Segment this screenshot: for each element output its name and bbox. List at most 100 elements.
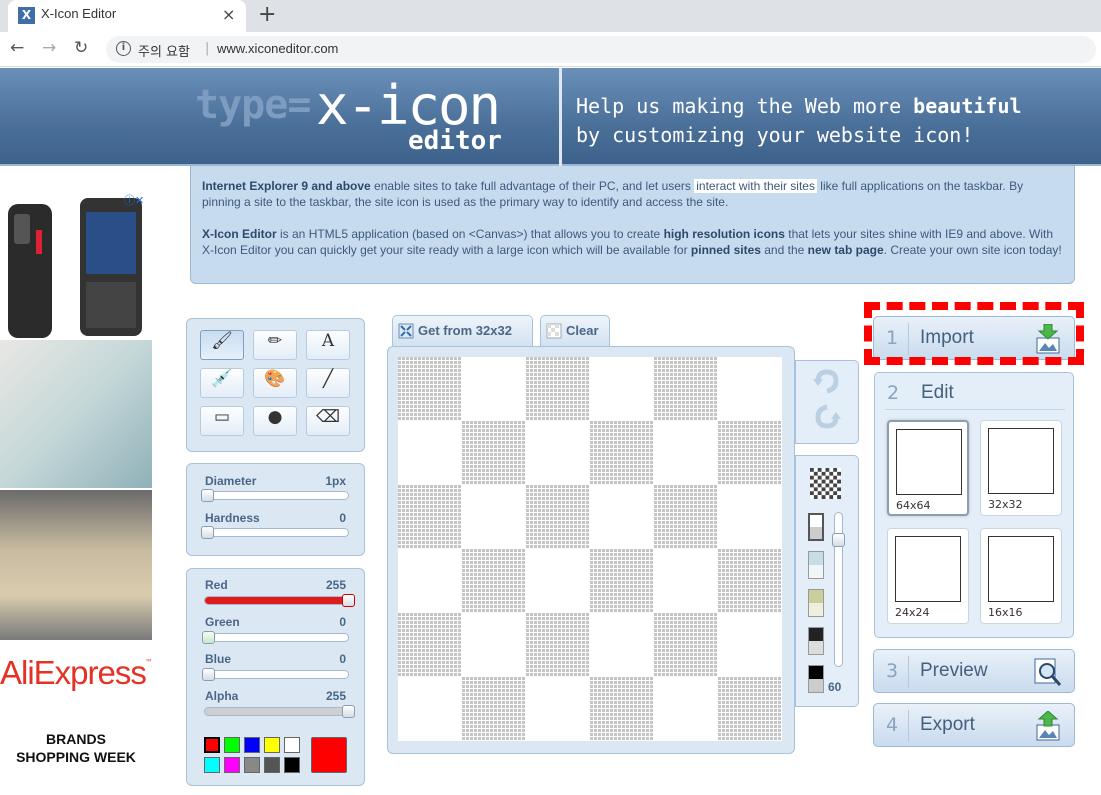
transparent-cell: [810, 495, 814, 499]
intro-link[interactable]: interact with their sites: [694, 179, 817, 193]
color-panel: Red 255 Green 0 Blue 0 Alpha 255: [186, 568, 365, 786]
browser-tab[interactable]: X X-Icon Editor ×: [8, 0, 246, 32]
ad-brands-text[interactable]: BRANDS SHOPPING WEEK: [0, 730, 152, 766]
checker-cell: [398, 485, 462, 549]
checker-cell: [398, 613, 462, 677]
green-label: Green: [205, 615, 240, 629]
intro-text: . Create your own site icon today!: [883, 243, 1062, 257]
transparent-cell: [821, 483, 826, 488]
ellipse-tool-icon: ●: [267, 407, 283, 427]
size-card-32x32[interactable]: 32x32: [980, 420, 1062, 516]
size-label: 64x64: [896, 499, 931, 512]
color-swatch[interactable]: [284, 757, 300, 773]
preview-button[interactable]: 3 Preview: [873, 649, 1075, 693]
step-separator: [908, 710, 909, 742]
bg-white-swatch[interactable]: [808, 513, 824, 541]
intro-text: enable sites to take full advantage of t…: [370, 179, 695, 193]
eyedropper-tool-button[interactable]: 💉: [200, 368, 244, 398]
transparent-cell: [825, 479, 830, 484]
alpha-slider-thumb[interactable]: [342, 705, 355, 718]
text-tool-button[interactable]: A: [306, 330, 350, 360]
export-button[interactable]: 4 Export: [873, 703, 1075, 747]
ad-column[interactable]: ⓘ✕ AliExpress ™ BRANDS SHOPPING WEEK: [0, 188, 153, 795]
size-card-24x24[interactable]: 24x24: [887, 528, 969, 624]
transparent-bg-icon[interactable]: [810, 468, 841, 499]
diameter-slider[interactable]: [201, 489, 349, 502]
alpha-slider[interactable]: [204, 705, 355, 718]
color-swatch[interactable]: [244, 757, 260, 773]
red-slider[interactable]: [204, 594, 355, 607]
transparent-cell: [829, 468, 834, 472]
color-swatch[interactable]: [204, 757, 220, 773]
ad-image-phones[interactable]: ⓘ✕: [0, 190, 152, 340]
brush-tool-button[interactable]: 🖌: [200, 330, 244, 360]
info-icon[interactable]: i: [116, 41, 131, 56]
redo-icon[interactable]: [812, 401, 842, 431]
ellipse-tool-button[interactable]: ●: [253, 406, 297, 436]
zoom-value: 60: [828, 680, 842, 694]
bg-dark-swatch[interactable]: [808, 627, 824, 655]
transparent-cell: [817, 491, 822, 496]
color-swatch[interactable]: [284, 737, 300, 753]
size-card-64x64[interactable]: 64x64: [887, 420, 969, 516]
pencil-tool-button[interactable]: ✏: [253, 330, 297, 360]
diameter-slider-thumb[interactable]: [201, 489, 214, 502]
color-swatch[interactable]: [204, 737, 220, 753]
hardness-slider-thumb[interactable]: [201, 526, 214, 539]
eraser-tool-button[interactable]: ⌫: [306, 406, 350, 436]
get-from-32-button[interactable]: Get from 32x32: [392, 315, 533, 346]
bg-cyan-swatch[interactable]: [808, 551, 824, 579]
transparent-cell: [833, 491, 838, 496]
back-icon[interactable]: ←: [10, 38, 24, 58]
fill-tool-button[interactable]: 🎨: [253, 368, 297, 398]
transparent-cell: [821, 471, 826, 476]
eyedropper-tool-icon: 💉: [211, 369, 233, 389]
tab-close-icon[interactable]: ×: [222, 5, 235, 24]
red-label: Red: [205, 578, 228, 592]
red-slider-thumb[interactable]: [342, 594, 355, 607]
color-swatch[interactable]: [264, 737, 280, 753]
hardness-slider[interactable]: [201, 526, 349, 539]
color-swatch[interactable]: [264, 757, 280, 773]
zoom-slider-thumb[interactable]: [832, 533, 845, 547]
green-slider-thumb[interactable]: [202, 631, 215, 644]
security-label[interactable]: 주의 요함: [138, 41, 190, 60]
color-swatch[interactable]: [244, 737, 260, 753]
reload-icon[interactable]: ↻: [74, 38, 88, 58]
tagline-line1: Help us making the Web more: [576, 94, 914, 118]
shrink-icon: [398, 323, 414, 339]
red-value: 255: [325, 578, 346, 592]
new-tab-icon[interactable]: +: [258, 2, 276, 27]
hardness-label: Hardness: [205, 511, 260, 525]
transparent-cell: [833, 475, 838, 480]
undo-icon[interactable]: [812, 367, 842, 397]
drawing-canvas[interactable]: [398, 357, 782, 741]
color-swatch[interactable]: [224, 737, 240, 753]
clear-button[interactable]: Clear: [540, 315, 610, 346]
url-text[interactable]: www.xiconeditor.com: [217, 41, 338, 56]
aliexpress-tm: ™: [145, 658, 153, 667]
aliexpress-logo[interactable]: AliExpress: [0, 654, 147, 692]
adchoices-icon[interactable]: ⓘ✕: [124, 192, 152, 207]
size-card-16x16[interactable]: 16x16: [980, 528, 1062, 624]
blue-slider[interactable]: [202, 668, 349, 681]
ad-image-toilet[interactable]: [0, 340, 152, 488]
forward-icon[interactable]: →: [42, 38, 56, 58]
rectangle-tool-button[interactable]: ▭: [200, 406, 244, 436]
bg-black-swatch[interactable]: [808, 665, 824, 693]
ad-image-mattress[interactable]: [0, 490, 152, 640]
transparent-cell: [817, 468, 822, 472]
address-bar[interactable]: i 주의 요함 | www.xiconeditor.com: [106, 36, 1096, 63]
color-swatch[interactable]: [224, 757, 240, 773]
zoom-slider[interactable]: [832, 512, 845, 667]
line-tool-button[interactable]: ╱: [306, 368, 350, 398]
green-slider[interactable]: [202, 631, 349, 644]
blue-slider-thumb[interactable]: [202, 668, 215, 681]
bg-olive-swatch[interactable]: [808, 589, 824, 617]
transparent-cell: [837, 479, 841, 484]
clear-icon: [546, 323, 562, 339]
transparent-cell: [829, 491, 834, 496]
transparent-cell: [810, 483, 814, 488]
checker-cell: [398, 357, 462, 421]
transparent-cell: [825, 471, 830, 476]
